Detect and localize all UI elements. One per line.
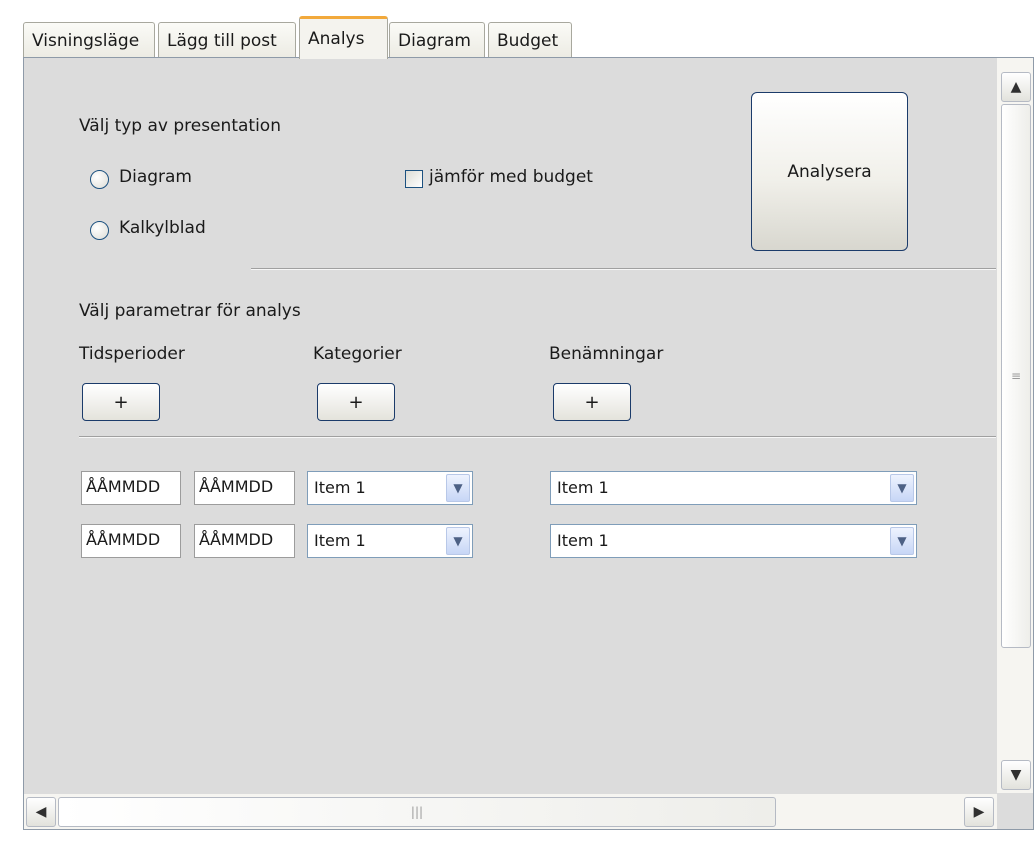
plus-icon: + bbox=[113, 391, 129, 413]
grip-icon: ≡ bbox=[1010, 369, 1022, 383]
chevron-down-icon[interactable]: ▼ bbox=[446, 474, 470, 502]
chevron-up-icon[interactable]: ▲ bbox=[1001, 72, 1031, 102]
horizontal-scrollbar[interactable]: ◀ ||| ▶ bbox=[24, 794, 997, 829]
scroll-content: Välj typ av presentation Diagram Kalkylb… bbox=[24, 58, 996, 793]
chevron-left-icon[interactable]: ◀ bbox=[26, 797, 56, 827]
plus-icon: + bbox=[348, 391, 364, 413]
name-select[interactable]: Item 1 ▼ bbox=[550, 471, 917, 505]
name-select-value: Item 1 bbox=[557, 531, 609, 550]
category-select[interactable]: Item 1 ▼ bbox=[307, 524, 473, 558]
name-select[interactable]: Item 1 ▼ bbox=[550, 524, 917, 558]
radio-diagram[interactable] bbox=[90, 170, 109, 189]
tab-analys[interactable]: Analys bbox=[299, 16, 388, 59]
presentation-heading: Välj typ av presentation bbox=[79, 116, 281, 136]
category-select[interactable]: Item 1 ▼ bbox=[307, 471, 473, 505]
divider-top bbox=[251, 268, 996, 270]
vertical-scroll-thumb[interactable]: ≡ bbox=[1001, 104, 1031, 648]
radio-kalkylblad[interactable] bbox=[90, 221, 109, 240]
compare-budget-checkbox[interactable] bbox=[405, 170, 423, 188]
date-from-field[interactable]: ÅÅMMDD bbox=[81, 524, 181, 558]
category-select-value: Item 1 bbox=[314, 531, 366, 550]
add-benamning-button[interactable]: + bbox=[553, 383, 631, 421]
radio-diagram-label[interactable]: Diagram bbox=[119, 167, 192, 187]
analyze-button-label: Analysera bbox=[787, 161, 872, 182]
compare-budget-label[interactable]: jämför med budget bbox=[429, 167, 593, 187]
analyze-button[interactable]: Analysera bbox=[751, 92, 908, 251]
analys-panel: Välj typ av presentation Diagram Kalkylb… bbox=[23, 57, 1034, 830]
radio-kalkylblad-label[interactable]: Kalkylblad bbox=[119, 218, 206, 238]
plus-icon: + bbox=[584, 391, 600, 413]
tab-budget[interactable]: Budget bbox=[488, 22, 572, 58]
benamningar-label: Benämningar bbox=[549, 344, 664, 364]
category-select-value: Item 1 bbox=[314, 478, 366, 497]
date-to-field[interactable]: ÅÅMMDD bbox=[194, 524, 295, 558]
date-from-field[interactable]: ÅÅMMDD bbox=[81, 471, 181, 505]
grip-icon: ||| bbox=[410, 805, 424, 819]
tab-diagram[interactable]: Diagram bbox=[389, 22, 485, 58]
kategorier-label: Kategorier bbox=[313, 344, 402, 364]
date-to-field[interactable]: ÅÅMMDD bbox=[194, 471, 295, 505]
tab-lagg-till-post[interactable]: Lägg till post bbox=[158, 22, 296, 58]
vertical-scrollbar[interactable]: ▲ ≡ ▼ bbox=[997, 58, 1033, 793]
tab-visningslage[interactable]: Visningsläge bbox=[23, 22, 155, 58]
scrollbar-corner bbox=[997, 794, 1033, 829]
chevron-right-icon[interactable]: ▶ bbox=[964, 797, 994, 827]
chevron-down-icon[interactable]: ▼ bbox=[890, 527, 914, 555]
chevron-down-icon[interactable]: ▼ bbox=[446, 527, 470, 555]
add-kategori-button[interactable]: + bbox=[317, 383, 395, 421]
add-tidsperiod-button[interactable]: + bbox=[82, 383, 160, 421]
tidsperioder-label: Tidsperioder bbox=[79, 344, 185, 364]
divider-middle bbox=[79, 436, 996, 438]
name-select-value: Item 1 bbox=[557, 478, 609, 497]
chevron-down-icon[interactable]: ▼ bbox=[890, 474, 914, 502]
parameters-heading: Välj parametrar för analys bbox=[79, 301, 301, 321]
chevron-down-icon[interactable]: ▼ bbox=[1001, 760, 1031, 790]
horizontal-scroll-thumb[interactable]: ||| bbox=[58, 797, 776, 827]
